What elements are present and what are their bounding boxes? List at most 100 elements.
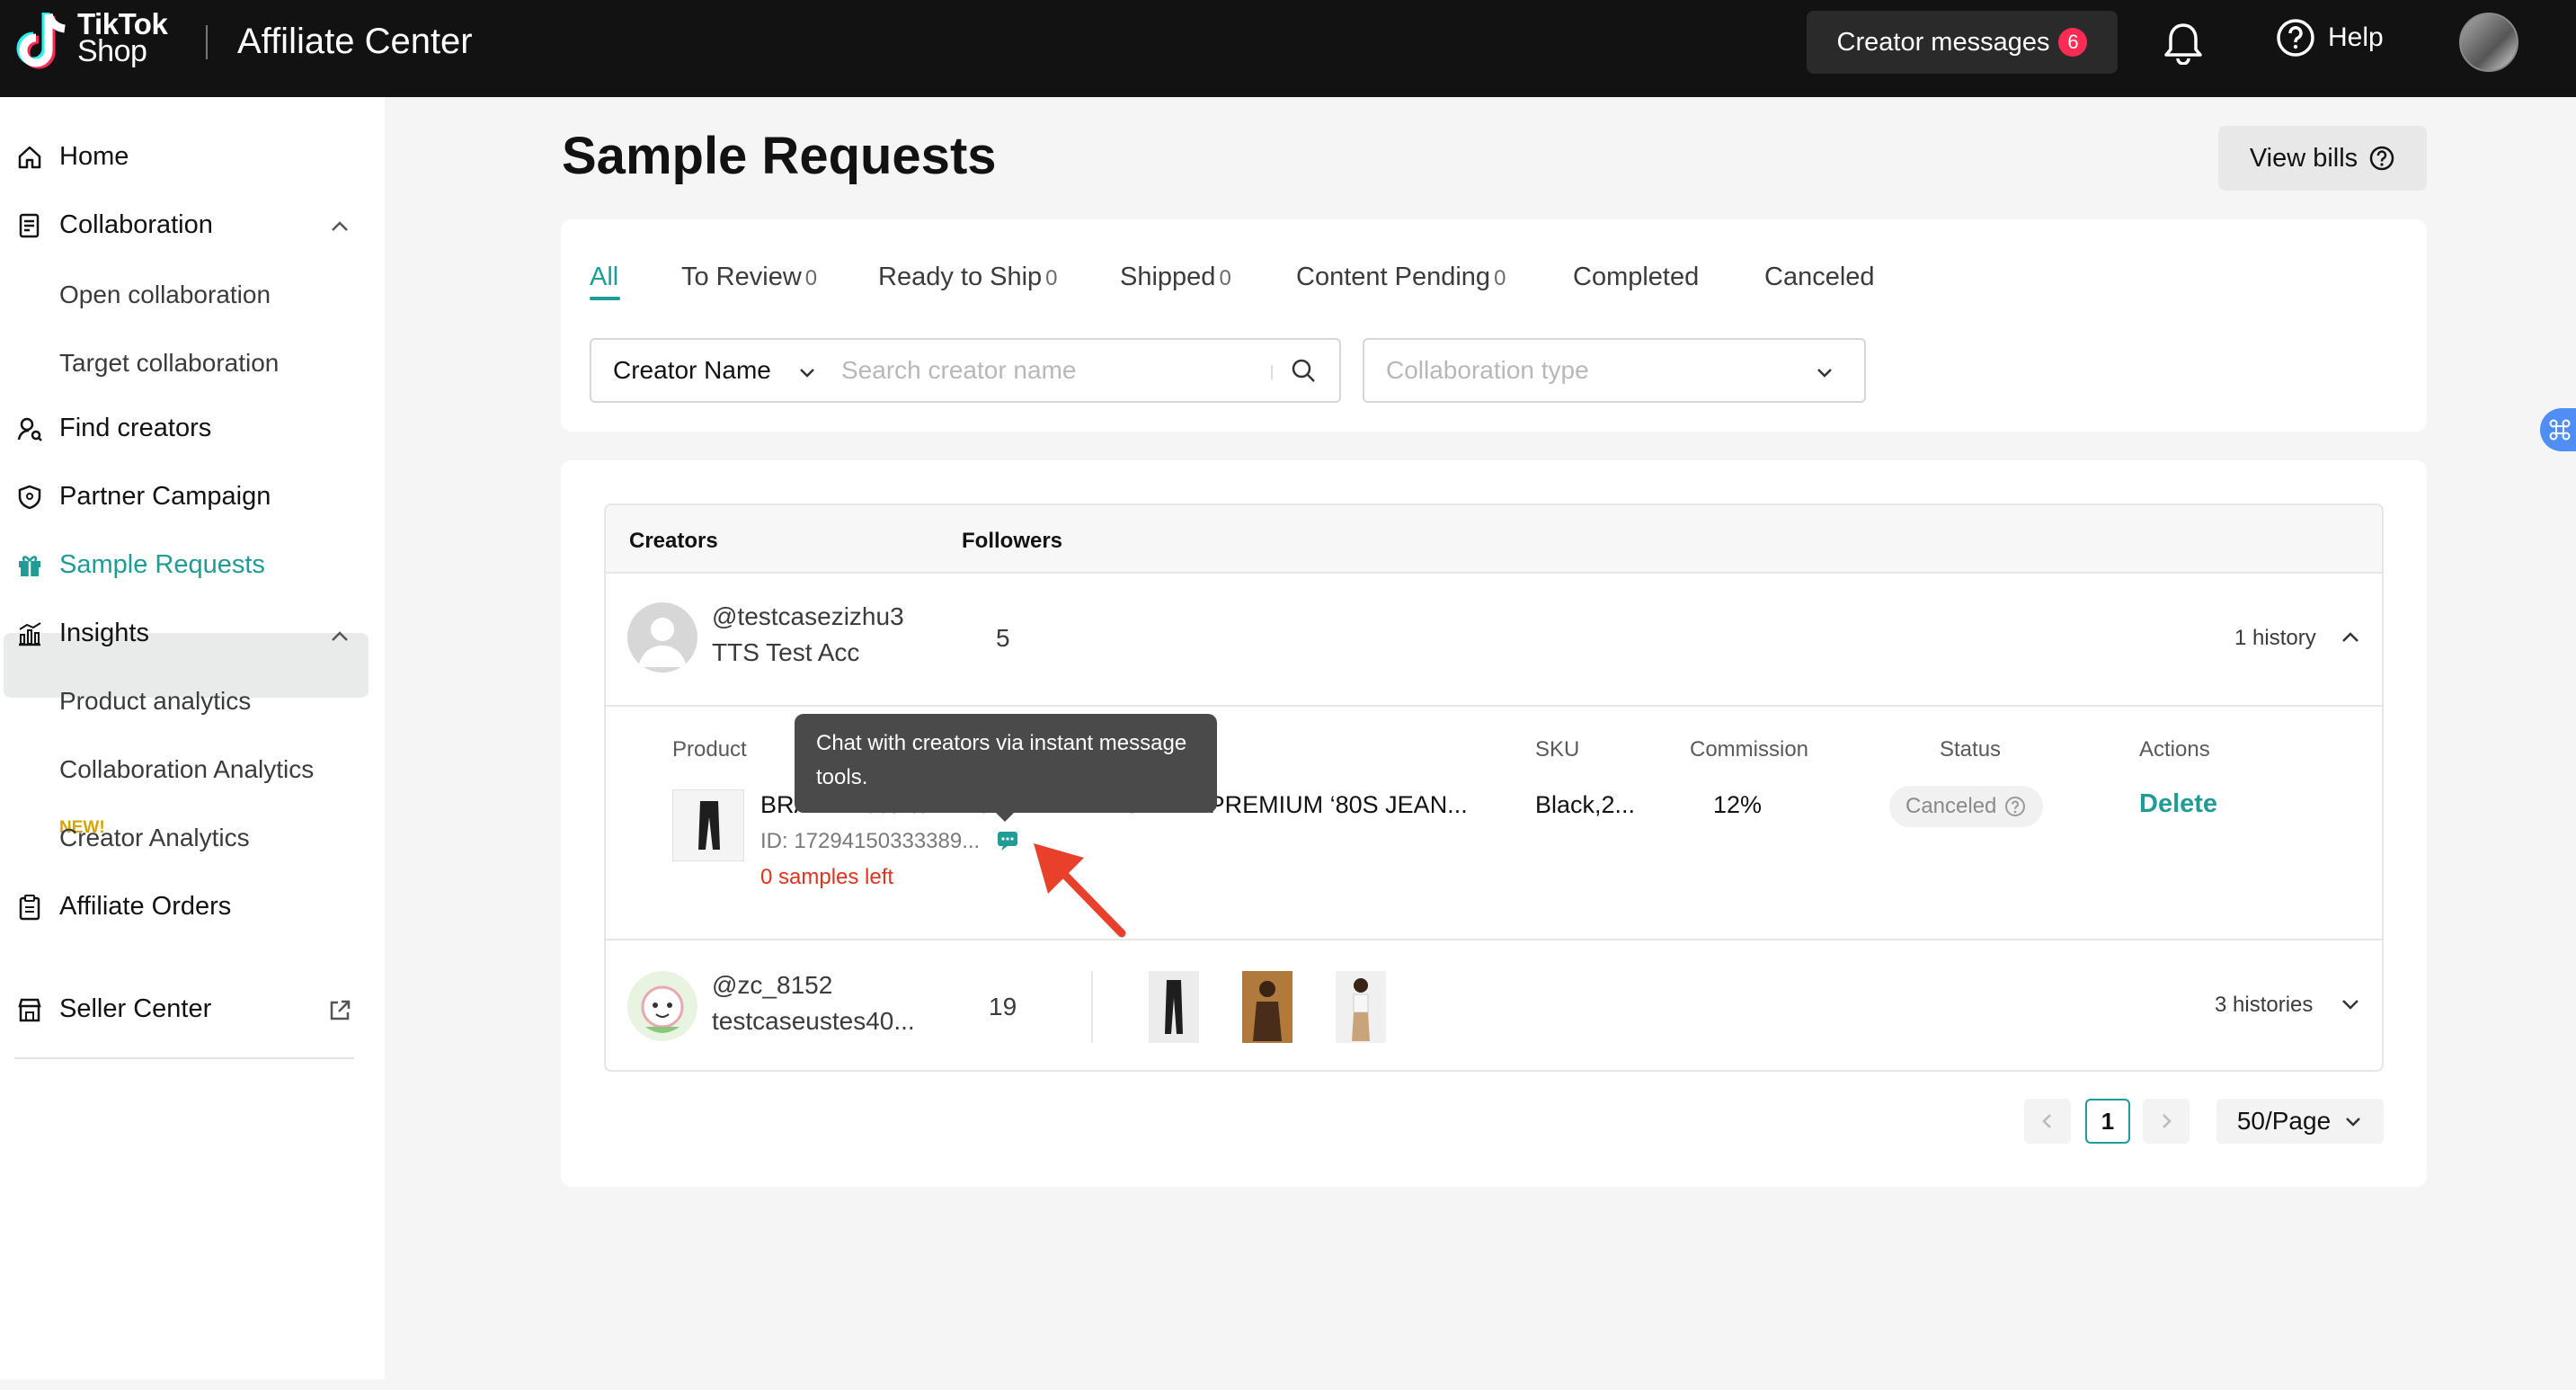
user-avatar[interactable] xyxy=(2459,13,2518,72)
chevron-left-icon xyxy=(2042,1114,2051,1128)
store-icon xyxy=(18,998,41,1021)
status-badge: Canceled xyxy=(1889,786,2044,827)
creator-name: testcaseustes40... xyxy=(712,1007,915,1035)
clipboard-icon xyxy=(19,894,40,920)
previous-page-button[interactable] xyxy=(2024,1099,2071,1144)
help-button[interactable]: Help xyxy=(2276,18,2384,58)
sidebar-item-home[interactable]: Home xyxy=(16,142,129,172)
creator-name: TTS Test Acc xyxy=(712,638,860,666)
tab-to-review[interactable]: To Review 0 xyxy=(681,263,817,292)
followers-count: 19 xyxy=(989,993,1017,1020)
collaboration-type-placeholder: Collaboration type xyxy=(1386,356,1589,384)
col-actions: Actions xyxy=(2139,737,2210,762)
next-page-button[interactable] xyxy=(2143,1099,2190,1144)
active-tab-indicator xyxy=(590,297,620,300)
sidebar-item-creator-analytics[interactable]: Creator Analytics xyxy=(59,824,250,852)
command-icon xyxy=(2549,419,2571,441)
help-circle-icon xyxy=(2369,146,2394,171)
tab-shipped[interactable]: Shipped 0 xyxy=(1120,263,1231,292)
sidebar-item-collaboration[interactable]: Collaboration xyxy=(16,210,213,240)
table-row[interactable]: @zc_8152 testcaseustes40... 19 3 histori… xyxy=(606,940,2382,1070)
creator-messages-button[interactable]: Creator messages 6 xyxy=(1807,11,2118,74)
chevron-down-icon[interactable] xyxy=(2339,993,2362,1016)
table-row[interactable]: @testcasezizhu3 TTS Test Acc 5 1 history xyxy=(606,574,2382,705)
table-header: Creators Followers xyxy=(606,505,2382,574)
sidebar: Home Collaboration Open collaboration Ta… xyxy=(0,97,385,1379)
sidebar-item-product-analytics[interactable]: Product analytics xyxy=(59,687,251,716)
sidebar-item-label: Home xyxy=(59,142,129,171)
tab-label: Content Pending xyxy=(1296,263,1491,291)
creator-messages-label: Creator messages xyxy=(1836,27,2050,57)
gift-icon xyxy=(19,555,40,576)
tab-count: 0 xyxy=(1045,266,1058,290)
shield-icon xyxy=(18,485,41,509)
annotation-arrow-icon xyxy=(1034,843,1126,938)
top-bar: TikTok Shop Affiliate Center Creator mes… xyxy=(0,0,2576,97)
tiktok-logo-icon[interactable] xyxy=(13,9,76,76)
creator-handle[interactable]: @testcasezizhu3 xyxy=(712,602,904,631)
status-text: Canceled xyxy=(1905,794,1997,818)
external-link-icon[interactable] xyxy=(327,998,352,1023)
tab-label: To Review xyxy=(681,263,802,291)
sidebar-item-label: Sample Requests xyxy=(59,550,265,579)
help-label: Help xyxy=(2328,22,2384,52)
history-toggle[interactable]: 3 histories xyxy=(2215,993,2313,1018)
sidebar-item-label: Affiliate Orders xyxy=(59,892,232,921)
collaboration-type-select[interactable]: Collaboration type xyxy=(1363,338,1866,403)
floating-shortcut-widget[interactable] xyxy=(2540,408,2576,451)
tab-ready-to-ship[interactable]: Ready to Ship 0 xyxy=(878,263,1058,292)
product-thumbnail[interactable] xyxy=(1242,971,1292,1043)
avatar xyxy=(627,971,697,1041)
col-status: Status xyxy=(1940,737,2002,762)
sidebar-item-seller-center[interactable]: Seller Center xyxy=(16,994,211,1024)
creator-messages-badge: 6 xyxy=(2058,28,2088,57)
tab-canceled[interactable]: Canceled xyxy=(1764,263,1875,292)
col-followers: Followers xyxy=(962,529,1063,553)
chat-icon[interactable] xyxy=(996,829,1019,852)
page-title: Sample Requests xyxy=(562,127,997,185)
chevron-down-icon[interactable] xyxy=(796,361,818,383)
tab-all[interactable]: All xyxy=(590,263,618,292)
product-thumbnail[interactable] xyxy=(1149,971,1199,1043)
chevron-up-icon[interactable] xyxy=(327,624,352,649)
sidebar-item-find-creators[interactable]: Find creators xyxy=(16,414,211,443)
product-thumbnail[interactable] xyxy=(1336,971,1386,1043)
view-bills-button[interactable]: View bills xyxy=(2218,126,2427,191)
sidebar-item-partner-campaign[interactable]: Partner Campaign xyxy=(16,482,271,512)
commission-value: 12% xyxy=(1713,791,1763,818)
search-input[interactable]: Search creator name xyxy=(841,356,1076,385)
delete-button[interactable]: Delete xyxy=(2139,789,2217,819)
sidebar-item-sample-requests[interactable]: Sample Requests xyxy=(16,550,265,580)
chevron-up-icon[interactable] xyxy=(2339,626,2362,649)
creator-handle[interactable]: @zc_8152 xyxy=(712,971,832,1000)
tab-label: Shipped xyxy=(1120,263,1216,291)
sku-value: Black,2... xyxy=(1535,791,1636,818)
tooltip-text: Chat with creators via instant message t… xyxy=(816,731,1187,789)
tab-completed[interactable]: Completed xyxy=(1573,263,1699,292)
sidebar-item-insights[interactable]: Insights xyxy=(16,619,149,648)
sidebar-item-affiliate-orders[interactable]: Affiliate Orders xyxy=(16,892,231,922)
bell-icon[interactable] xyxy=(2163,20,2204,65)
page-size-select[interactable]: 50/Page xyxy=(2216,1099,2384,1144)
input-separator xyxy=(1271,365,1273,379)
samples-left: 0 samples left xyxy=(760,865,894,889)
view-bills-label: View bills xyxy=(2249,143,2358,173)
history-toggle[interactable]: 1 history xyxy=(2234,626,2316,651)
product-id: ID: 17294150333389... xyxy=(760,829,981,853)
page-number-current[interactable]: 1 xyxy=(2085,1099,2130,1144)
chevron-up-icon[interactable] xyxy=(327,214,352,239)
find-creators-icon xyxy=(17,417,42,441)
sidebar-item-target-collaboration[interactable]: Target collaboration xyxy=(59,349,279,378)
tab-content-pending[interactable]: Content Pending 0 xyxy=(1296,263,1506,292)
sidebar-item-label: Partner Campaign xyxy=(59,482,271,511)
search-icon[interactable] xyxy=(1289,356,1318,385)
help-circle-icon xyxy=(2277,19,2314,57)
sidebar-item-collaboration-analytics[interactable]: Collaboration Analytics xyxy=(59,755,314,784)
logo-text[interactable]: TikTok Shop xyxy=(77,9,168,67)
help-circle-icon[interactable] xyxy=(2003,795,2027,818)
product-image[interactable] xyxy=(672,789,744,861)
tab-label: All xyxy=(590,263,619,291)
page-size-label: 50/Page xyxy=(2236,1107,2332,1135)
creator-name-select[interactable]: Creator Name xyxy=(613,356,771,385)
sidebar-item-open-collaboration[interactable]: Open collaboration xyxy=(59,281,271,309)
